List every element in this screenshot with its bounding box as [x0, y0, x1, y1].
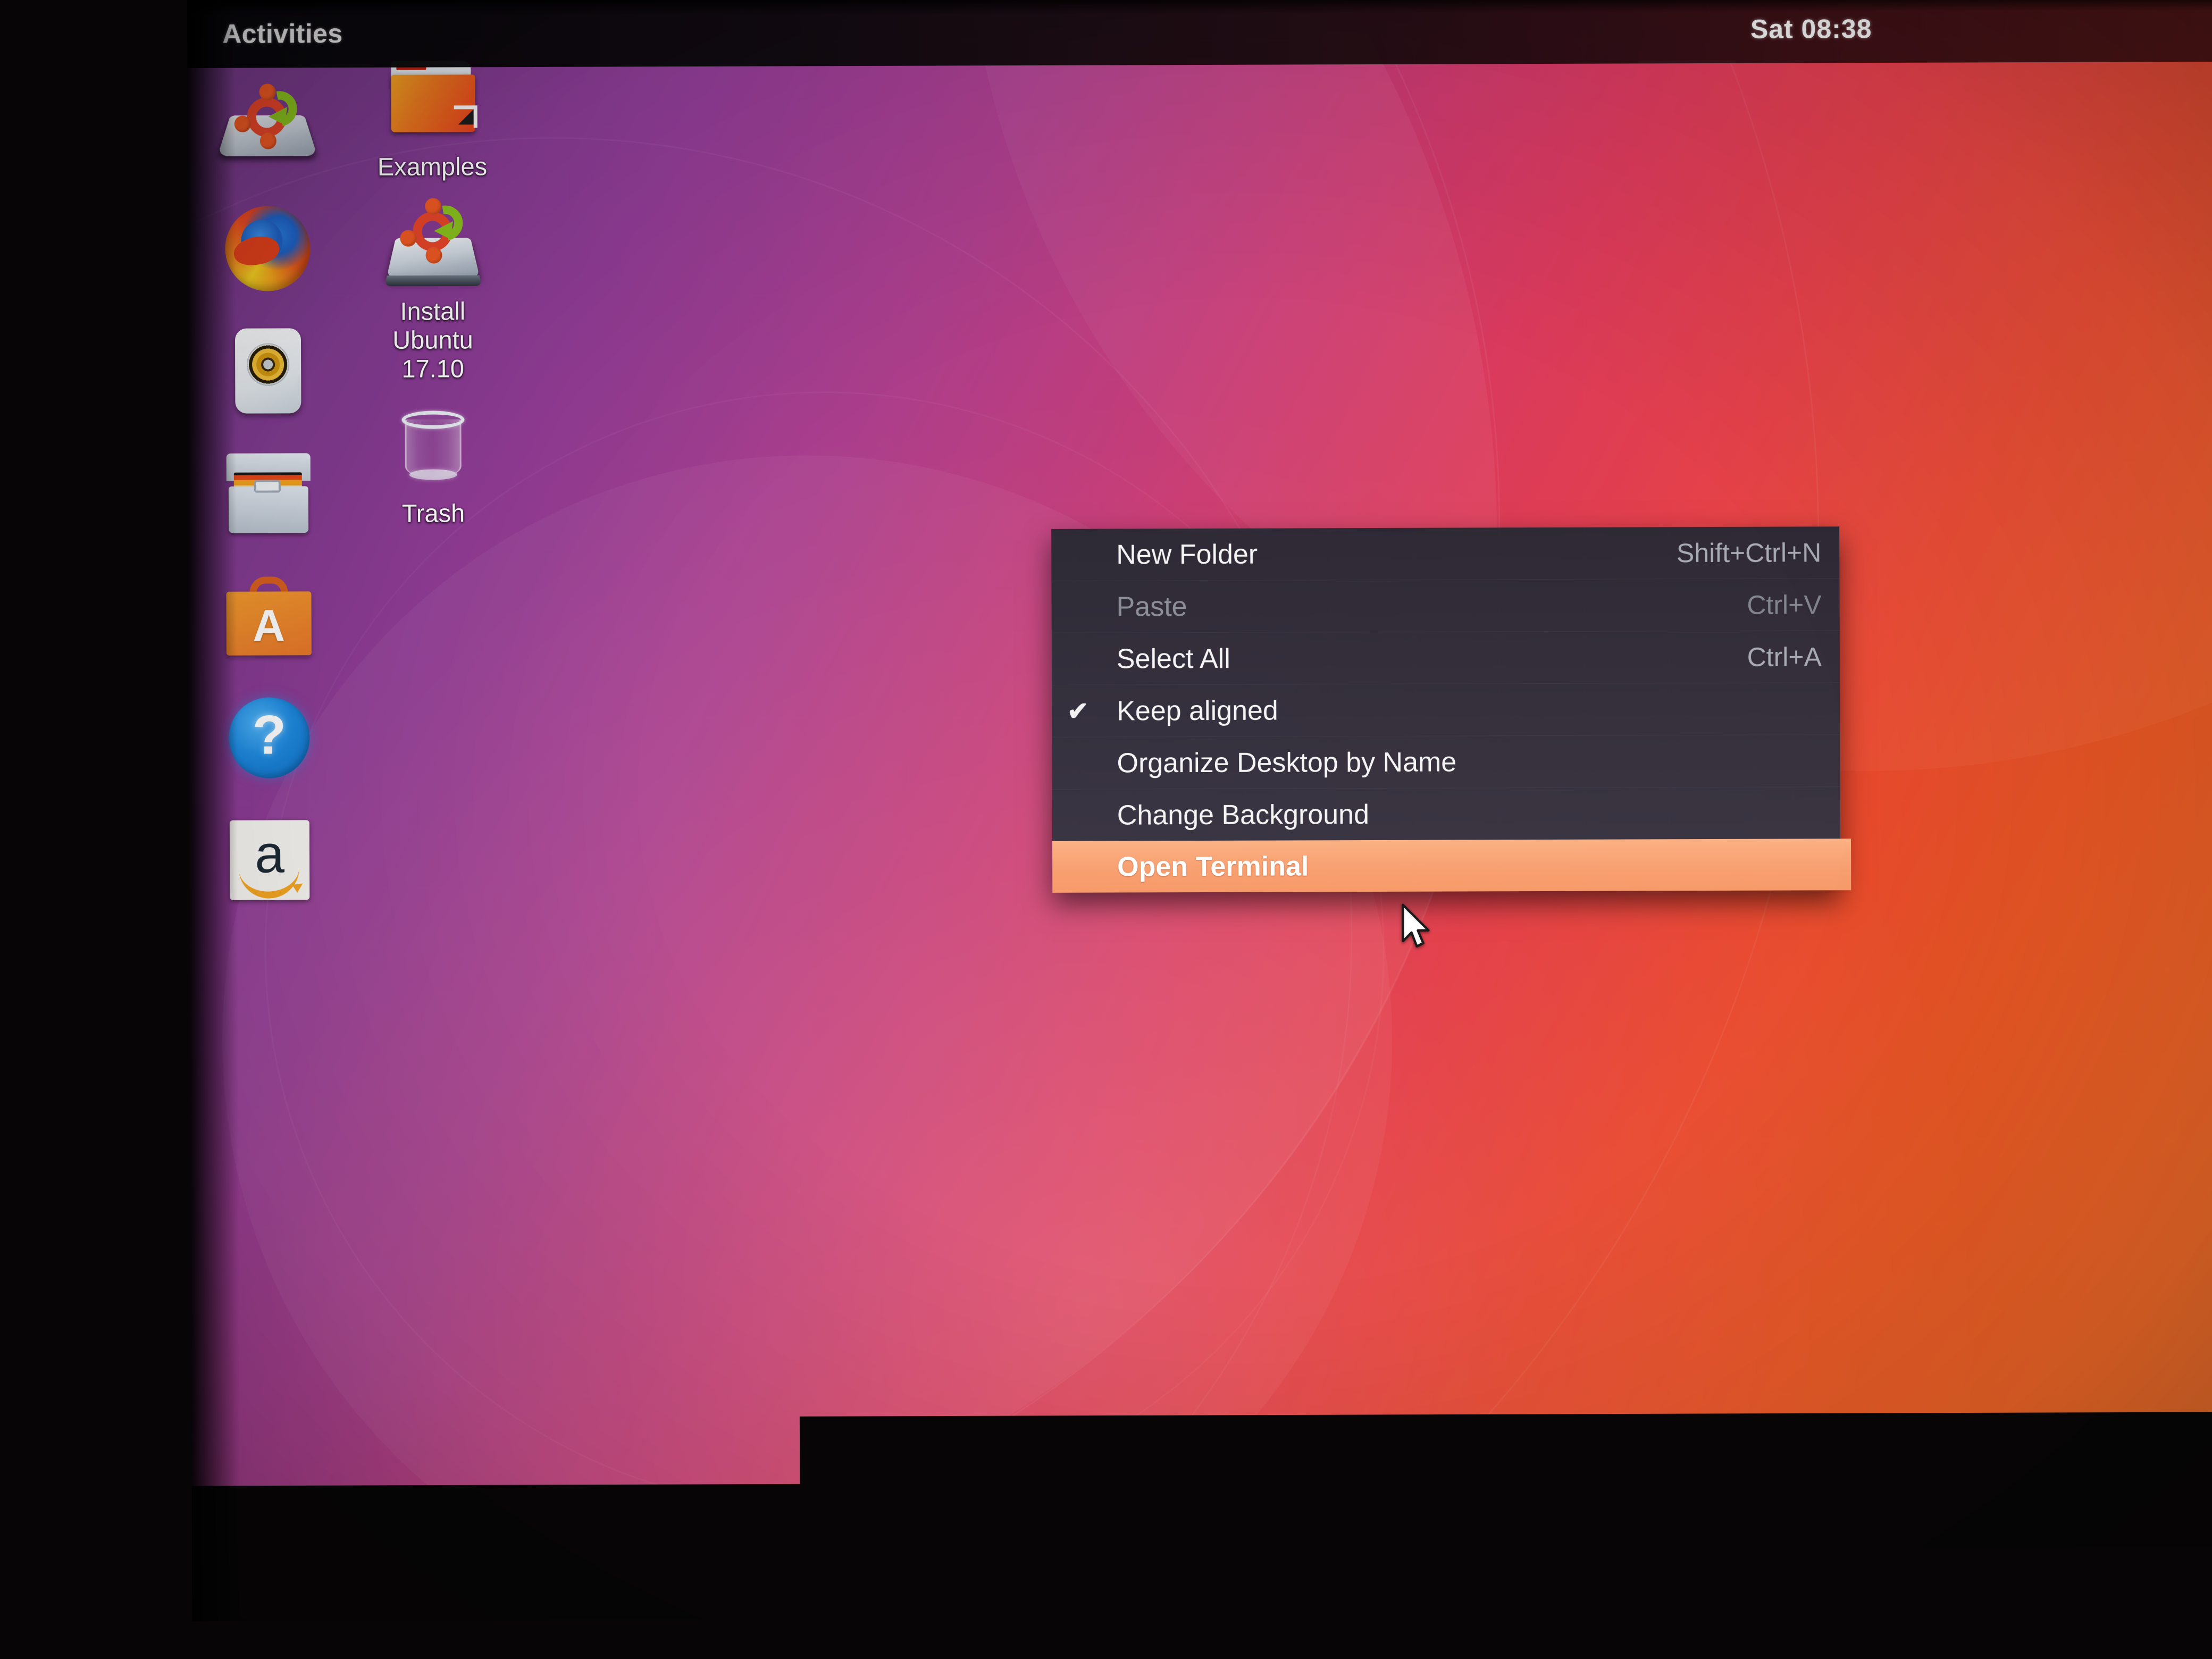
- menu-item-label: New Folder: [1116, 538, 1258, 571]
- dock-item-install-ubuntu[interactable]: [220, 79, 314, 173]
- dock-item-help[interactable]: ?: [222, 691, 316, 785]
- desktop-screen: Activities Sat 08:38 A ? a Examples Inst…: [187, 0, 2212, 1659]
- desktop-icon-label: Examples: [378, 152, 488, 181]
- monitor-photo: Activities Sat 08:38 A ? a Examples Inst…: [0, 0, 2212, 1659]
- desktop-icon-grid: Examples Install Ubuntu 17.10 Trash: [347, 52, 518, 544]
- trash-icon: [382, 399, 484, 495]
- menu-item-accelerator: Shift+Ctrl+N: [1677, 537, 1822, 568]
- software-icon-letter: A: [227, 603, 312, 648]
- ubuntu-installer-icon: [382, 197, 483, 293]
- desktop-context-menu: New Folder Shift+Ctrl+N Paste Ctrl+V Sel…: [1051, 526, 1840, 893]
- firefox-icon: [225, 206, 311, 291]
- file-manager-icon: [227, 453, 311, 533]
- menu-item-paste: Paste Ctrl+V: [1051, 578, 1839, 633]
- menu-item-label: Paste: [1116, 591, 1187, 623]
- dock-item-rhythmbox[interactable]: [221, 324, 315, 418]
- dock-item-ubuntu-software[interactable]: A: [222, 568, 316, 663]
- menu-item-label: Open Terminal: [1117, 850, 1309, 883]
- menu-item-open-terminal[interactable]: Open Terminal: [1052, 839, 1851, 893]
- dock-item-firefox[interactable]: [221, 202, 315, 296]
- menu-item-label: Organize Desktop by Name: [1117, 746, 1456, 779]
- menu-item-organize-desktop[interactable]: Organize Desktop by Name: [1052, 734, 1840, 789]
- menu-item-accelerator: Ctrl+V: [1747, 589, 1821, 620]
- help-question-icon: ?: [229, 697, 309, 778]
- menu-item-label: Change Background: [1117, 799, 1369, 831]
- menu-item-label: Select All: [1117, 642, 1230, 675]
- label-line-3: 17.10: [401, 354, 464, 382]
- top-bar: Activities Sat 08:38: [187, 0, 2212, 68]
- rhythmbox-icon: [235, 328, 301, 413]
- label-line-2: Ubuntu: [392, 325, 473, 354]
- activities-button[interactable]: Activities: [207, 0, 358, 68]
- amazon-icon: a: [230, 820, 309, 900]
- desktop-icon-label: Trash: [402, 499, 465, 527]
- menu-item-new-folder[interactable]: New Folder Shift+Ctrl+N: [1051, 526, 1839, 581]
- ubuntu-installer-icon: [220, 83, 314, 169]
- desktop-icon-label: Install Ubuntu 17.10: [392, 297, 473, 383]
- favorites-dock: A ? a: [198, 79, 339, 907]
- menu-item-label: Keep aligned: [1117, 694, 1278, 727]
- dock-item-amazon[interactable]: a: [223, 813, 317, 907]
- symlink-arrow-icon: [443, 106, 479, 137]
- ubuntu-software-icon: A: [226, 575, 311, 656]
- desktop-icon-trash[interactable]: Trash: [348, 399, 518, 528]
- clock-area: Sat 08:38: [187, 0, 2212, 68]
- menu-item-change-background[interactable]: Change Background: [1052, 786, 1840, 841]
- clock-label[interactable]: Sat 08:38: [1750, 13, 1872, 45]
- desktop-icon-install-ubuntu[interactable]: Install Ubuntu 17.10: [347, 197, 518, 383]
- menu-item-accelerator: Ctrl+A: [1747, 641, 1821, 672]
- activities-label: Activities: [222, 18, 343, 49]
- menu-item-select-all[interactable]: Select All Ctrl+A: [1052, 630, 1840, 685]
- dock-item-files[interactable]: [222, 446, 316, 540]
- desktop-icon-examples[interactable]: Examples: [347, 52, 517, 181]
- label-line-1: Install: [400, 297, 465, 325]
- check-mark-icon: ✔: [1065, 696, 1091, 726]
- menu-item-keep-aligned[interactable]: ✔ Keep aligned: [1052, 682, 1840, 737]
